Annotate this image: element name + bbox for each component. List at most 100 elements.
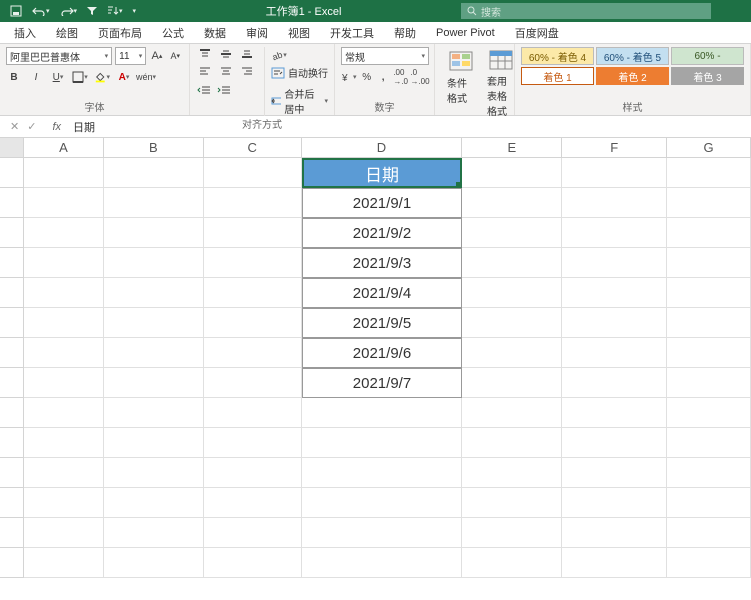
qat-more-icon[interactable]: ▾: [131, 5, 139, 17]
cell-A6[interactable]: [24, 308, 104, 338]
decrease-font-icon[interactable]: A▾: [168, 48, 183, 64]
cell-F8[interactable]: [562, 368, 667, 398]
row-header[interactable]: [0, 218, 24, 248]
wrap-text-button[interactable]: 自动换行: [271, 65, 328, 80]
cell-D4[interactable]: 2021/9/3: [302, 248, 463, 278]
row-header[interactable]: [0, 548, 24, 578]
cell-C7[interactable]: [204, 338, 302, 368]
cell-A5[interactable]: [24, 278, 104, 308]
formula-value[interactable]: 日期: [67, 119, 101, 135]
col-header-C[interactable]: C: [204, 138, 302, 157]
tab-pagelayout[interactable]: 页面布局: [88, 22, 152, 44]
tab-powerpivot[interactable]: Power Pivot: [426, 24, 505, 42]
cell-G6[interactable]: [667, 308, 751, 338]
cell-C13[interactable]: [204, 518, 302, 548]
cell-D7[interactable]: 2021/9/6: [302, 338, 463, 368]
cell-E3[interactable]: [462, 218, 562, 248]
cell-E10[interactable]: [462, 428, 562, 458]
cell-B9[interactable]: [104, 398, 204, 428]
cell-D10[interactable]: [302, 428, 463, 458]
font-size-select[interactable]: 11▾: [115, 47, 146, 65]
tab-help[interactable]: 帮助: [384, 22, 426, 44]
cell-C11[interactable]: [204, 458, 302, 488]
align-right-icon[interactable]: [238, 64, 256, 78]
align-center-icon[interactable]: [217, 64, 235, 78]
cell-C10[interactable]: [204, 428, 302, 458]
decrease-indent-icon[interactable]: [196, 82, 212, 98]
cell-E11[interactable]: [462, 458, 562, 488]
style-swatch-6[interactable]: 着色 3: [671, 67, 744, 85]
cell-G5[interactable]: [667, 278, 751, 308]
tab-insert[interactable]: 插入: [4, 22, 46, 44]
save-icon[interactable]: [8, 3, 24, 19]
cell-B7[interactable]: [104, 338, 204, 368]
comma-icon[interactable]: ,: [377, 69, 389, 85]
col-header-D[interactable]: D: [302, 138, 463, 157]
cell-B6[interactable]: [104, 308, 204, 338]
cell-E7[interactable]: [462, 338, 562, 368]
row-header[interactable]: [0, 488, 24, 518]
cell-B12[interactable]: [104, 488, 204, 518]
row-header[interactable]: [0, 188, 24, 218]
cell-E2[interactable]: [462, 188, 562, 218]
increase-font-icon[interactable]: A▴: [149, 48, 164, 64]
align-left-icon[interactable]: [196, 64, 214, 78]
italic-button[interactable]: I: [28, 69, 44, 85]
cell-B13[interactable]: [104, 518, 204, 548]
align-top-icon[interactable]: [196, 47, 214, 61]
cell-A13[interactable]: [24, 518, 104, 548]
cell-G11[interactable]: [667, 458, 751, 488]
cell-E12[interactable]: [462, 488, 562, 518]
row-header[interactable]: [0, 398, 24, 428]
currency-icon[interactable]: ¥▾: [341, 69, 357, 85]
style-swatch-3[interactable]: 60% -: [671, 47, 744, 65]
cell-C5[interactable]: [204, 278, 302, 308]
filter-icon[interactable]: [85, 4, 99, 18]
cell-A9[interactable]: [24, 398, 104, 428]
tab-baidu[interactable]: 百度网盘: [505, 22, 569, 44]
cell-A1[interactable]: [24, 158, 104, 188]
cell-A3[interactable]: [24, 218, 104, 248]
cell-C1[interactable]: [204, 158, 302, 188]
align-middle-icon[interactable]: [217, 47, 235, 61]
cell-E8[interactable]: [462, 368, 562, 398]
fx-icon[interactable]: fx: [46, 121, 67, 133]
cell-A10[interactable]: [24, 428, 104, 458]
style-swatch-5[interactable]: 着色 2: [596, 67, 669, 85]
cell-C3[interactable]: [204, 218, 302, 248]
font-name-select[interactable]: 阿里巴巴普惠体▾: [6, 47, 112, 65]
cell-A4[interactable]: [24, 248, 104, 278]
redo-icon[interactable]: ▾: [58, 4, 80, 18]
font-color-button[interactable]: A▾: [116, 69, 132, 85]
cell-E9[interactable]: [462, 398, 562, 428]
cell-G7[interactable]: [667, 338, 751, 368]
cell-G3[interactable]: [667, 218, 751, 248]
row-header[interactable]: [0, 518, 24, 548]
cell-D2[interactable]: 2021/9/1: [302, 188, 463, 218]
cell-E13[interactable]: [462, 518, 562, 548]
cell-B1[interactable]: [104, 158, 204, 188]
row-header[interactable]: [0, 368, 24, 398]
cell-C2[interactable]: [204, 188, 302, 218]
cell-D11[interactable]: [302, 458, 463, 488]
cell-F6[interactable]: [562, 308, 667, 338]
cell-A2[interactable]: [24, 188, 104, 218]
cell-C12[interactable]: [204, 488, 302, 518]
cell-F9[interactable]: [562, 398, 667, 428]
cell-G8[interactable]: [667, 368, 751, 398]
cell-A12[interactable]: [24, 488, 104, 518]
cell-B11[interactable]: [104, 458, 204, 488]
cell-D5[interactable]: 2021/9/4: [302, 278, 463, 308]
cell-D12[interactable]: [302, 488, 463, 518]
tab-formulas[interactable]: 公式: [152, 22, 194, 44]
cell-G1[interactable]: [667, 158, 751, 188]
cell-E4[interactable]: [462, 248, 562, 278]
row-header[interactable]: [0, 278, 24, 308]
cell-F1[interactable]: [562, 158, 667, 188]
cell-B2[interactable]: [104, 188, 204, 218]
cell-E1[interactable]: [462, 158, 562, 188]
sort-icon[interactable]: ▾: [105, 4, 125, 18]
select-all-corner[interactable]: [0, 138, 24, 157]
style-swatch-2[interactable]: 60% - 着色 5: [596, 47, 669, 65]
cell-D9[interactable]: [302, 398, 463, 428]
